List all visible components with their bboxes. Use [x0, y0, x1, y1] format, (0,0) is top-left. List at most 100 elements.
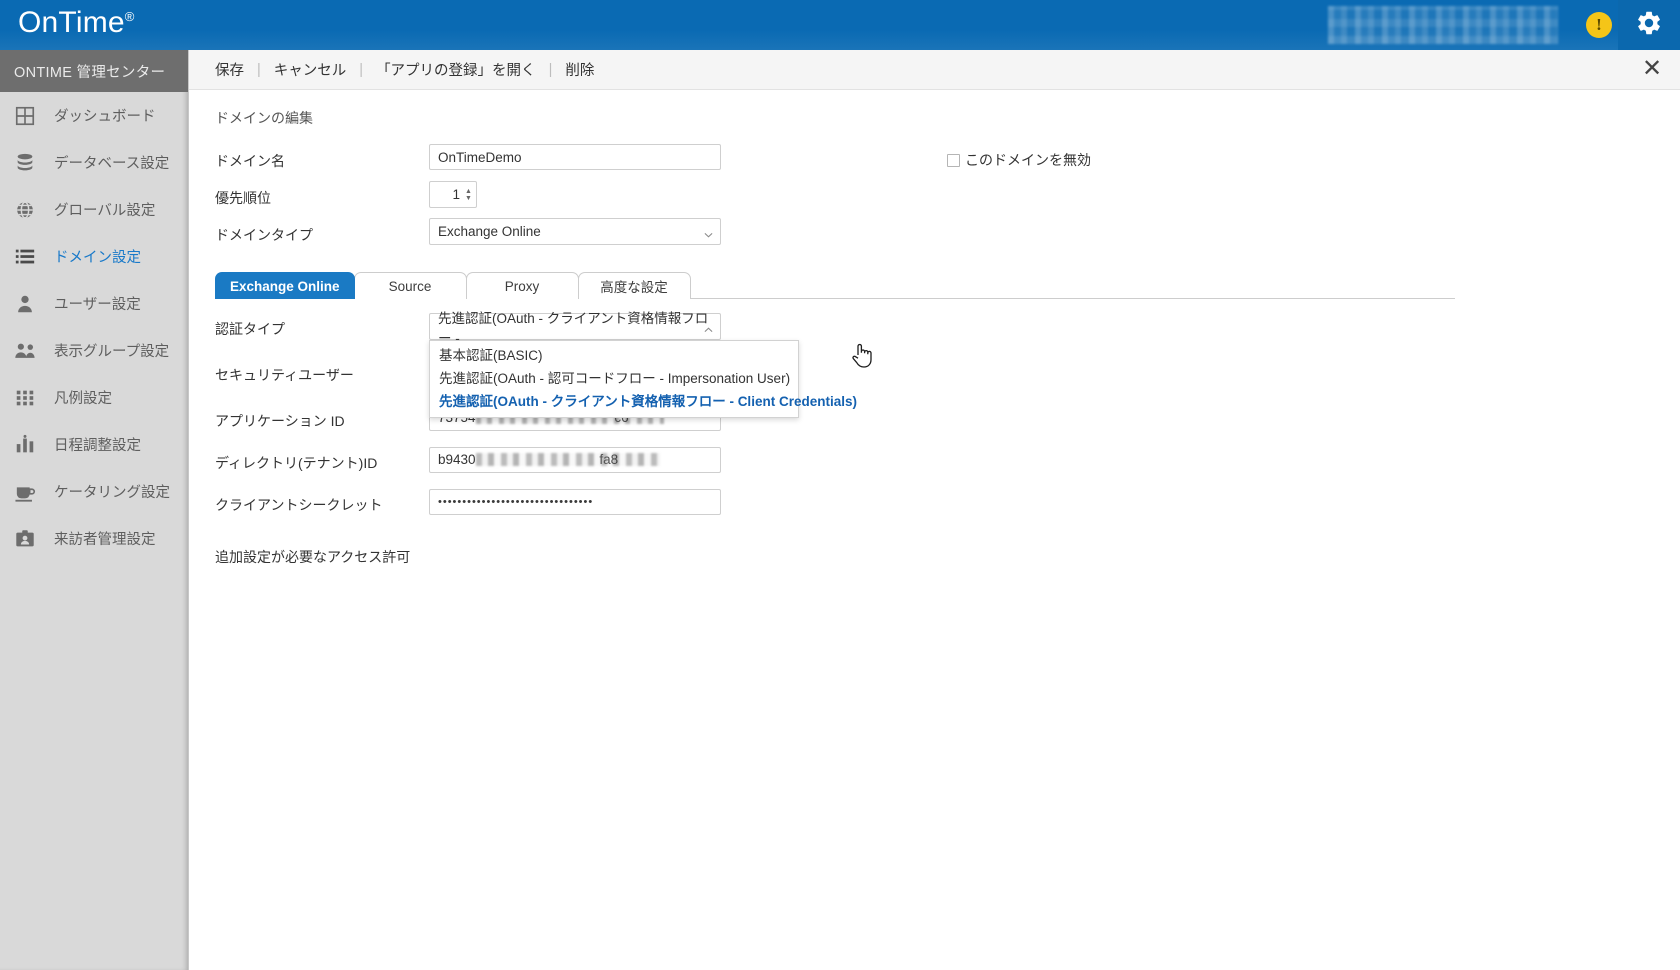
- priority-stepper[interactable]: 1 ▲ ▼: [429, 181, 477, 208]
- auth-type-option[interactable]: 先進認証(OAuth - 認可コードフロー - Impersonation Us…: [430, 367, 798, 390]
- auth-type-option[interactable]: 基本認証(BASIC): [430, 344, 798, 367]
- domain-name-control: [429, 144, 721, 170]
- sidebar-item-label: ドメイン設定: [54, 246, 141, 267]
- sidebar-item-database-settings[interactable]: データベース設定: [0, 139, 188, 186]
- visitor-badge-icon: [14, 527, 42, 551]
- auth-type-select[interactable]: 先進認証(OAuth - クライアント資格情報フロー - ...: [429, 313, 721, 340]
- sidebar-item-label: グローバル設定: [54, 199, 155, 220]
- delete-button[interactable]: 削除: [565, 59, 594, 80]
- auth-type-label: 認証タイプ: [215, 319, 405, 339]
- settings-tabs: Exchange Online Source Proxy 高度な設定: [215, 271, 1455, 299]
- sidebar-item-label: ダッシュボード: [54, 105, 156, 126]
- app-window: OnTime® ! ONTIME 管理センター ダッシュボード: [0, 0, 1680, 970]
- domain-type-select[interactable]: Exchange Online: [429, 218, 721, 245]
- domain-type-row: ドメインタイプ Exchange Online: [215, 218, 1680, 255]
- priority-value: 1: [430, 187, 463, 202]
- auth-type-dropdown: 基本認証(BASIC) 先進認証(OAuth - 認可コードフロー - Impe…: [429, 340, 799, 418]
- chevron-up-icon: [704, 322, 713, 331]
- tab-advanced-settings[interactable]: 高度な設定: [578, 272, 691, 299]
- users-group-icon: [14, 339, 42, 363]
- sidebar-item-label: ケータリング設定: [54, 481, 170, 502]
- toolbar-separator: |: [359, 62, 363, 78]
- auth-type-option-selected[interactable]: 先進認証(OAuth - クライアント資格情報フロー - Client Cred…: [430, 390, 798, 413]
- sidebar-item-domain-settings[interactable]: ドメイン設定: [0, 233, 188, 280]
- domain-name-row: ドメイン名 このドメインを無効: [215, 144, 1680, 181]
- extra-permissions-note: 追加設定が必要なアクセス許可: [215, 547, 1680, 567]
- toolbar-separator: |: [257, 62, 261, 78]
- database-icon: [14, 151, 42, 175]
- tab-exchange-online[interactable]: Exchange Online: [215, 272, 355, 299]
- account-info-blurred: [1328, 6, 1558, 44]
- sidebar-item-user-settings[interactable]: ユーザー設定: [0, 280, 188, 327]
- auth-type-row: 認証タイプ 先進認証(OAuth - クライアント資格情報フロー - ... 基…: [215, 313, 1680, 359]
- dashboard-icon: [14, 104, 42, 128]
- client-secret-row: クライアントシークレット •••••••••••••••••••••••••••…: [215, 489, 1680, 531]
- priority-row: 優先順位 1 ▲ ▼: [215, 181, 1680, 218]
- disable-domain-checkbox-wrap[interactable]: このドメインを無効: [947, 150, 1091, 170]
- sidebar-item-dashboard[interactable]: ダッシュボード: [0, 92, 188, 139]
- sidebar-item-label: データベース設定: [54, 152, 169, 173]
- security-user-label: セキュリティユーザー: [215, 365, 405, 385]
- gear-icon: [1635, 9, 1663, 42]
- domain-type-value: Exchange Online: [438, 224, 541, 239]
- grid-dots-icon: [14, 386, 42, 410]
- sidebar-item-label: 表示グループ設定: [54, 340, 169, 361]
- domain-name-input[interactable]: [429, 144, 721, 170]
- save-button[interactable]: 保存: [215, 59, 244, 80]
- toolbar-separator: |: [549, 62, 553, 78]
- domain-type-label: ドメインタイプ: [215, 225, 405, 245]
- client-secret-label: クライアントシークレット: [215, 495, 405, 515]
- close-icon[interactable]: ✕: [1640, 58, 1664, 82]
- domain-edit-form: ドメインの編集 ドメイン名 このドメインを無効 優先順位 1: [189, 90, 1680, 969]
- domain-name-label: ドメイン名: [215, 151, 405, 171]
- settings-button[interactable]: [1618, 0, 1680, 50]
- sidebar-item-label: 日程調整設定: [54, 434, 141, 455]
- action-toolbar: 保存 | キャンセル | 「アプリの登録」を開く | 削除 ✕: [189, 50, 1680, 90]
- coffee-cup-icon: [14, 480, 42, 504]
- app-logo-text: OnTime: [18, 6, 125, 39]
- client-secret-control: ••••••••••••••••••••••••••••••••: [429, 489, 721, 515]
- sidebar-item-label: 凡例設定: [54, 387, 112, 408]
- sidebar-item-catering-settings[interactable]: ケータリング設定: [0, 468, 188, 515]
- chevron-up-icon[interactable]: ▲: [465, 188, 472, 195]
- top-header-bar: OnTime® !: [0, 0, 1680, 50]
- disable-domain-checkbox[interactable]: [947, 154, 960, 167]
- registered-mark: ®: [125, 9, 135, 24]
- bar-chart-icon: [14, 433, 42, 457]
- priority-control: 1 ▲ ▼: [429, 181, 477, 208]
- sidebar-item-legend-settings[interactable]: 凡例設定: [0, 374, 188, 421]
- tab-label: Exchange Online: [230, 279, 340, 294]
- tab-label: Source: [389, 279, 432, 294]
- sidebar-title: ONTIME 管理センター: [0, 50, 188, 92]
- content-pane: 保存 | キャンセル | 「アプリの登録」を開く | 削除 ✕ ドメインの編集 …: [188, 50, 1680, 970]
- sidebar-item-scheduling-settings[interactable]: 日程調整設定: [0, 421, 188, 468]
- domain-type-control: Exchange Online: [429, 218, 721, 245]
- app-logo: OnTime®: [18, 6, 135, 40]
- globe-icon: [14, 198, 42, 222]
- tenant-id-label: ディレクトリ(テナント)ID: [215, 453, 405, 473]
- disable-domain-label: このドメインを無効: [965, 150, 1091, 170]
- sidebar-item-visitor-management-settings[interactable]: 来訪者管理設定: [0, 515, 188, 562]
- chevron-down-icon[interactable]: ▼: [465, 195, 472, 202]
- warning-icon: !: [1586, 12, 1612, 38]
- user-icon: [14, 292, 42, 316]
- tab-source[interactable]: Source: [354, 272, 467, 299]
- cancel-button[interactable]: キャンセル: [274, 59, 347, 80]
- server-list-icon: [14, 245, 42, 269]
- sidebar-item-label: ユーザー設定: [54, 293, 141, 314]
- tenant-id-input[interactable]: b9430 fa8: [429, 447, 721, 473]
- tenant-id-redaction: [476, 453, 660, 466]
- sidebar-item-display-group-settings[interactable]: 表示グループ設定: [0, 327, 188, 374]
- page-title: ドメインの編集: [215, 108, 1680, 128]
- open-app-registration-button[interactable]: 「アプリの登録」を開く: [376, 59, 536, 80]
- tab-label: 高度な設定: [600, 276, 668, 296]
- sidebar-item-global-settings[interactable]: グローバル設定: [0, 186, 188, 233]
- client-secret-input[interactable]: ••••••••••••••••••••••••••••••••: [429, 489, 721, 515]
- sidebar: ONTIME 管理センター ダッシュボード データベース設定: [0, 50, 188, 970]
- sidebar-item-label: 来訪者管理設定: [54, 528, 156, 549]
- tenant-id-row: ディレクトリ(テナント)ID b9430 fa8: [215, 447, 1680, 489]
- stepper-arrows[interactable]: ▲ ▼: [463, 188, 476, 202]
- chevron-down-icon: [704, 227, 713, 236]
- tab-proxy[interactable]: Proxy: [466, 272, 579, 299]
- tab-label: Proxy: [505, 279, 540, 294]
